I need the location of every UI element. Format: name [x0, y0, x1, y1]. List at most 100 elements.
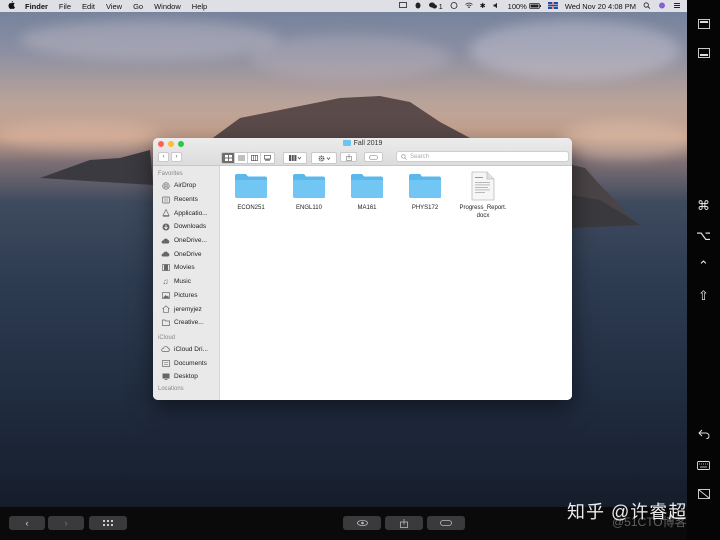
sidebar-item-movies[interactable]: Movies	[153, 261, 219, 275]
watermark: 知乎 @许睿超	[567, 502, 688, 522]
back-arrow-button[interactable]: ‹	[9, 516, 45, 530]
sidebar-item-documents[interactable]: Documents	[153, 356, 219, 370]
control-key-icon[interactable]: ⌃	[687, 258, 720, 274]
side-control-bar: ⌘ ⌥ ⌃ ⇧	[687, 0, 720, 540]
command-key-icon[interactable]: ⌘	[687, 198, 720, 214]
window-titlebar[interactable]: Fall 2019 ‹ › Search	[153, 138, 572, 166]
sidebar-item-onedrive[interactable]: OneDrive	[153, 247, 219, 261]
screen-mirror-icon[interactable]	[398, 1, 407, 11]
icon-view-button[interactable]	[222, 153, 235, 163]
tag-icon[interactable]	[427, 516, 465, 530]
wechat-icon[interactable]	[428, 2, 437, 11]
disconnect-icon[interactable]	[687, 487, 720, 502]
share-button[interactable]	[340, 152, 357, 162]
sidebar-item-onedrive-shared[interactable]: OneDrive...	[153, 234, 219, 248]
list-view-button[interactable]	[235, 153, 248, 163]
gallery-view-button[interactable]	[261, 153, 274, 163]
folder-item-econ251[interactable]: ECON251	[222, 173, 280, 212]
folder-item-engl110[interactable]: ENGL110	[280, 173, 338, 212]
finder-window: Fall 2019 ‹ › Search Favorites AirDrop R…	[153, 138, 572, 400]
sidebar-item-creative-cloud[interactable]: Creative...	[153, 316, 219, 330]
volume-icon[interactable]	[493, 2, 501, 11]
group-by-control[interactable]	[283, 152, 307, 164]
sidebar-header-icloud: iCloud	[158, 334, 176, 341]
airdrop-icon	[161, 182, 170, 190]
document-icon	[471, 171, 495, 201]
flag-icon[interactable]	[547, 1, 558, 11]
option-key-icon[interactable]: ⌥	[687, 228, 720, 244]
folder-icon	[342, 140, 351, 146]
action-menu[interactable]	[311, 152, 337, 164]
music-icon: ♫	[162, 277, 169, 287]
finder-sidebar: Favorites AirDrop Recents Applicatio... …	[153, 166, 220, 400]
back-button[interactable]: ‹	[158, 152, 169, 162]
bluetooth-icon[interactable]: ✱	[480, 2, 486, 10]
sidebar-item-applications[interactable]: Applicatio...	[153, 206, 219, 220]
sidebar-item-pictures[interactable]: Pictures	[153, 289, 219, 303]
clock[interactable]: Wed Nov 20 4:08 PM	[565, 2, 636, 11]
forward-arrow-button[interactable]: ›	[48, 516, 84, 530]
icloud-icon	[161, 345, 170, 353]
group-by-button[interactable]	[284, 153, 306, 163]
folder-icon	[409, 174, 441, 198]
folder-item-phys172[interactable]: PHYS172	[396, 173, 454, 212]
wifi-icon[interactable]	[465, 2, 473, 11]
menu-help[interactable]: Help	[192, 2, 207, 11]
sidebar-header-locations: Locations	[158, 385, 184, 392]
menu-finder[interactable]: Finder	[25, 2, 48, 11]
sidebar-item-recents[interactable]: Recents	[153, 193, 219, 207]
search-field[interactable]: Search	[396, 151, 569, 162]
sidebar-item-icloud-drive[interactable]: iCloud Dri...	[153, 343, 219, 357]
search-placeholder: Search	[410, 153, 430, 160]
sidebar-item-home[interactable]: jeremyjez	[153, 302, 219, 316]
documents-icon	[161, 359, 170, 367]
eye-icon[interactable]	[343, 516, 381, 530]
folder-icon	[351, 174, 383, 198]
menu-edit[interactable]: Edit	[82, 2, 95, 11]
column-view-button[interactable]	[248, 153, 261, 163]
spotlight-icon[interactable]	[643, 1, 651, 11]
keyboard-icon[interactable]	[687, 458, 720, 473]
shift-key-icon[interactable]: ⇧	[687, 288, 720, 304]
window-title: Fall 2019	[153, 140, 572, 147]
home-icon	[161, 305, 170, 313]
qq-icon[interactable]	[414, 2, 422, 11]
wechat-count: 1	[438, 1, 443, 11]
share-icon[interactable]	[385, 516, 423, 530]
cloud-icon	[161, 250, 170, 258]
sidebar-item-downloads[interactable]: Downloads	[153, 220, 219, 234]
movies-icon	[161, 264, 170, 272]
recents-icon	[161, 196, 170, 204]
sidebar-item-music[interactable]: ♫ Music	[153, 275, 219, 289]
battery-percent[interactable]: 100%	[508, 2, 527, 11]
document-item-progress-report[interactable]: Progress_Report. docx	[454, 171, 512, 220]
dock-bottom-icon[interactable]	[687, 46, 720, 61]
dock-top-icon[interactable]	[687, 17, 720, 32]
apple-menu-icon[interactable]	[8, 1, 15, 11]
folder-icon	[293, 174, 325, 198]
siri-icon[interactable]	[658, 2, 666, 11]
search-icon	[401, 153, 407, 160]
pictures-icon	[161, 291, 170, 299]
folder-icon	[161, 319, 170, 327]
app-switcher-button[interactable]	[89, 516, 127, 530]
gear-icon[interactable]	[312, 153, 336, 163]
sidebar-item-airdrop[interactable]: AirDrop	[153, 179, 219, 193]
menu-go[interactable]: Go	[133, 2, 143, 11]
menu-file[interactable]: File	[59, 2, 71, 11]
desktop-icon	[161, 373, 170, 381]
view-mode-control	[221, 152, 275, 164]
undo-icon[interactable]	[687, 427, 720, 442]
battery-icon[interactable]	[528, 2, 541, 11]
sidebar-header-favorites: Favorites	[158, 171, 183, 177]
forward-button[interactable]: ›	[171, 152, 182, 162]
notification-center-icon[interactable]	[673, 2, 681, 11]
folder-item-ma161[interactable]: MA161	[338, 173, 396, 212]
applications-icon	[161, 209, 170, 217]
folder-icon	[235, 174, 267, 198]
menu-view[interactable]: View	[106, 2, 122, 11]
menu-window[interactable]: Window	[154, 2, 181, 11]
tag-button[interactable]	[364, 152, 383, 162]
time-machine-icon[interactable]	[450, 1, 458, 11]
sidebar-item-desktop[interactable]: Desktop	[153, 370, 219, 384]
